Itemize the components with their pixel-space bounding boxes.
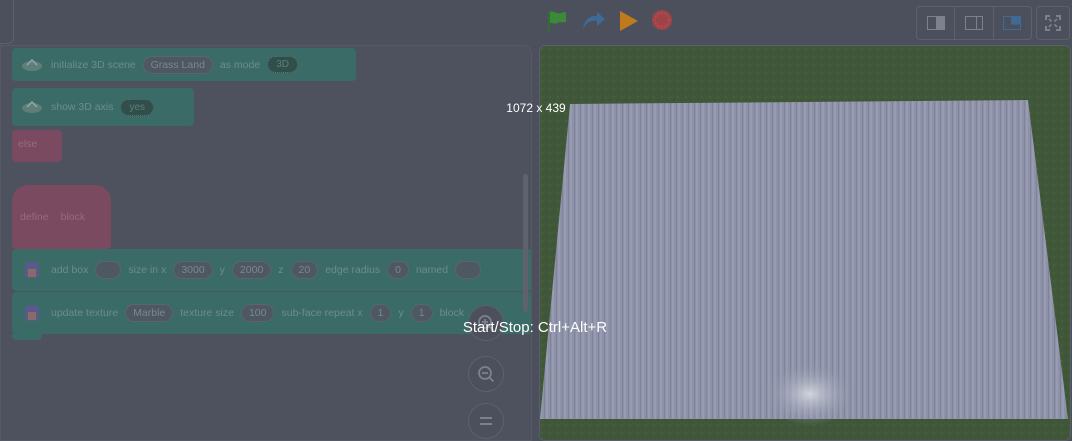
- texture-size-input[interactable]: 100: [240, 304, 275, 322]
- zoom-reset-icon: [480, 417, 492, 425]
- play-icon[interactable]: [616, 9, 640, 33]
- normal-stage-icon: [964, 16, 983, 30]
- block-label: show 3D axis: [51, 101, 114, 113]
- box-extension-icon: [25, 305, 39, 321]
- block-label: y: [398, 307, 404, 319]
- stage[interactable]: [539, 45, 1071, 441]
- block-label: y: [219, 264, 225, 276]
- zoom-out-button[interactable]: [468, 356, 504, 392]
- small-stage-icon: [926, 16, 945, 30]
- block-label: z: [278, 264, 284, 276]
- large-stage-button[interactable]: [994, 7, 1031, 39]
- code-area[interactable]: initialize 3D scene Grass Land as mode 3…: [0, 45, 532, 441]
- block-label: sub-face repeat x: [281, 307, 363, 319]
- size-z-input[interactable]: 20: [290, 261, 319, 279]
- 3d-extension-icon: [22, 100, 42, 113]
- axis-dropdown[interactable]: yes: [120, 98, 155, 116]
- show-3d-axis-block[interactable]: show 3D axis yes: [12, 88, 194, 126]
- size-x-input[interactable]: 3000: [173, 261, 213, 279]
- block-label: initialize 3D scene: [51, 58, 136, 71]
- edge-radius-input[interactable]: 0: [387, 261, 409, 279]
- tab-edge: [0, 0, 14, 44]
- add-box-block[interactable]: add box size in x 3000 y 2000 z 20 edge …: [12, 249, 531, 291]
- zoom-reset-button[interactable]: [468, 403, 504, 439]
- stage-size-label: 1072 x 439: [506, 101, 566, 115]
- block-label: block: [439, 307, 465, 319]
- block-label: update texture: [51, 307, 119, 319]
- fullscreen-button[interactable]: [1036, 6, 1070, 40]
- zoom-out-icon: [478, 366, 495, 383]
- shortcut-hint: Start/Stop: Ctrl+Alt+R: [462, 319, 608, 336]
- top-toolbar: [0, 0, 1072, 44]
- repeat-x-input[interactable]: 1: [369, 304, 392, 322]
- light-spot: [764, 362, 856, 426]
- turbo-icon[interactable]: [580, 9, 606, 33]
- box-name-input[interactable]: [95, 261, 122, 279]
- named-input[interactable]: [455, 261, 482, 279]
- stage-layout-buttons: [916, 6, 1032, 40]
- mode-dropdown[interactable]: 3D: [267, 56, 298, 73]
- normal-stage-button[interactable]: [955, 7, 994, 39]
- fullscreen-icon: [1045, 15, 1061, 31]
- 3d-extension-icon: [22, 58, 42, 71]
- block-stack-foot: [12, 334, 42, 340]
- scene-input[interactable]: Grass Land: [142, 55, 213, 74]
- stage-scene: [540, 46, 1070, 440]
- block-label: edge radius: [325, 264, 381, 276]
- block-label: add box: [51, 264, 89, 276]
- block-label: size in x: [128, 264, 167, 276]
- size-y-input[interactable]: 2000: [231, 261, 272, 279]
- initialize-3d-scene-block[interactable]: initialize 3D scene Grass Land as mode 3…: [12, 48, 356, 81]
- texture-input[interactable]: Marble: [125, 304, 174, 322]
- custom-block-name: block: [60, 211, 86, 223]
- green-flag-icon[interactable]: [545, 9, 569, 33]
- block-label: texture size: [180, 307, 234, 319]
- large-stage-icon: [1003, 16, 1022, 30]
- box-extension-icon: [25, 262, 39, 278]
- else-block[interactable]: else: [12, 130, 62, 162]
- block-label: named: [415, 264, 449, 276]
- else-label: else: [18, 138, 38, 150]
- vertical-scrollbar[interactable]: [523, 174, 528, 312]
- define-label: define: [20, 211, 49, 223]
- define-block-hat[interactable]: define block: [12, 185, 111, 249]
- stop-icon[interactable]: [651, 9, 673, 31]
- block-label: as mode: [219, 58, 261, 71]
- small-stage-button[interactable]: [917, 7, 956, 39]
